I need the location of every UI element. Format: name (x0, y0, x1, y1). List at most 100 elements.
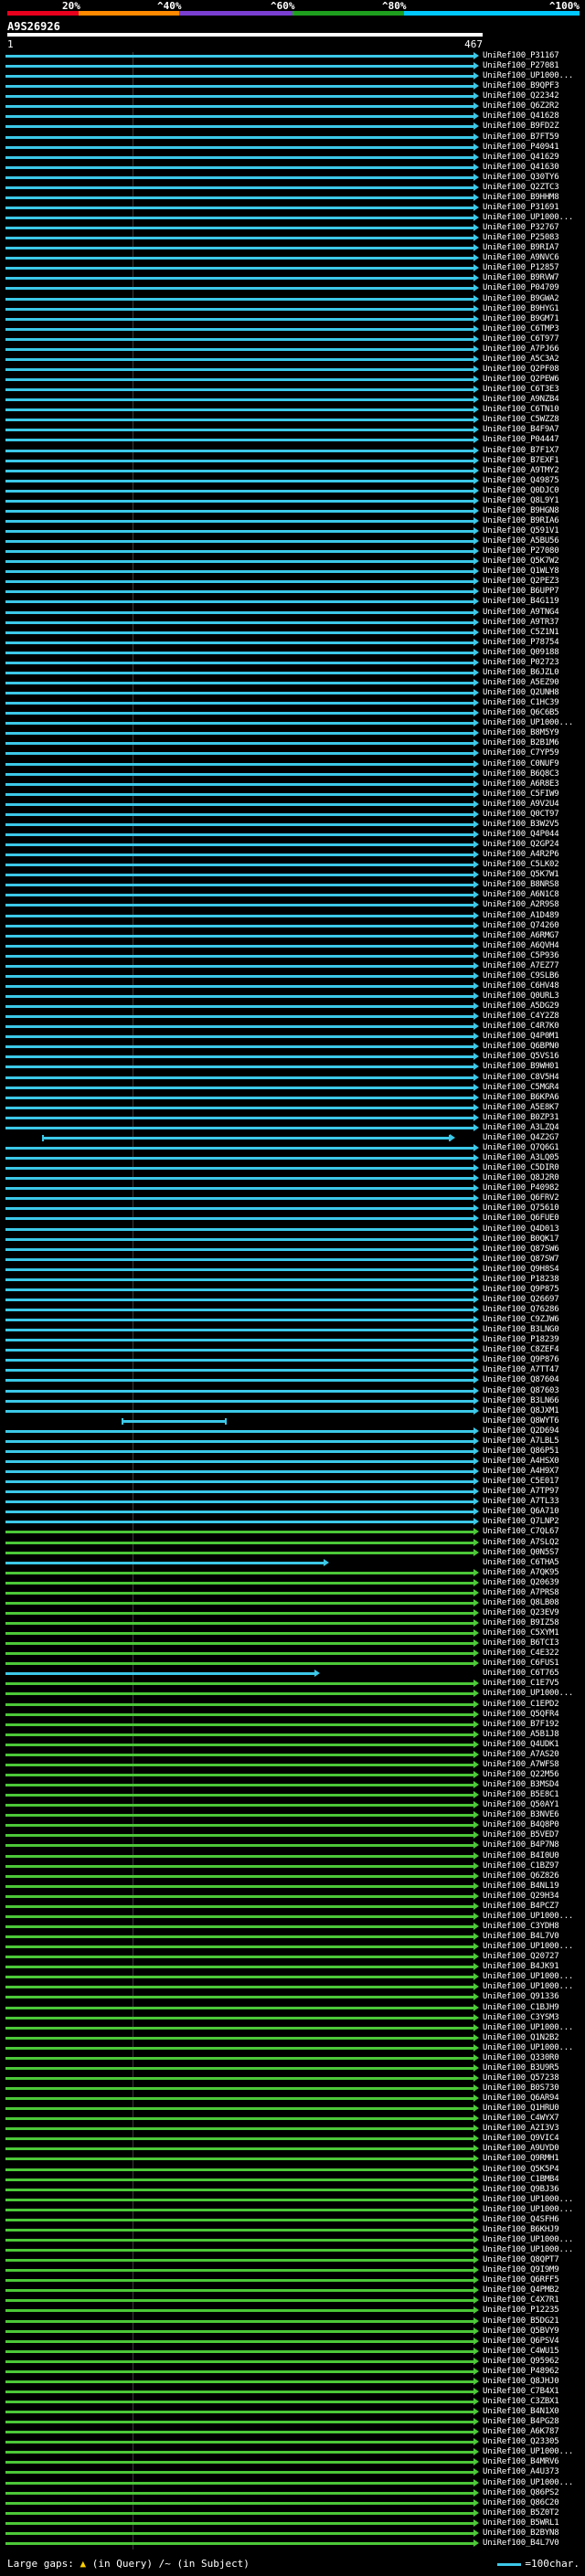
hit-bar[interactable] (5, 610, 473, 614)
hit-bar[interactable] (5, 874, 473, 877)
hit-row[interactable]: UniRef100_B4PCZ7 (0, 1902, 585, 1911)
hit-bar[interactable] (5, 247, 473, 250)
hit-bar[interactable] (5, 2390, 473, 2393)
hit-bar[interactable] (5, 974, 473, 978)
hit-bar[interactable] (5, 1642, 473, 1646)
hit-row[interactable]: UniRef100_Q0DJC0 (0, 486, 585, 495)
hit-row[interactable]: UniRef100_Q1N2B2 (0, 2033, 585, 2042)
hit-bar[interactable] (5, 327, 473, 331)
hit-row[interactable]: UniRef100_B4PG28 (0, 2417, 585, 2426)
hit-bar[interactable] (5, 2501, 473, 2505)
hit-bar[interactable] (5, 1389, 473, 1393)
hit-row[interactable]: UniRef100_C1BMB4 (0, 2175, 585, 2184)
hit-bar[interactable] (5, 408, 473, 412)
hit-bar[interactable] (5, 1298, 473, 1301)
hit-row[interactable]: UniRef100_A7QK95 (0, 1568, 585, 1577)
hit-row[interactable]: UniRef100_UP1000... (0, 718, 585, 727)
hit-bar[interactable] (5, 2238, 473, 2242)
hit-bar[interactable] (5, 489, 473, 493)
hit-bar[interactable] (5, 934, 473, 938)
hit-bar[interactable] (5, 1106, 473, 1109)
hit-bar[interactable] (5, 570, 473, 574)
hit-bar[interactable] (5, 1439, 473, 1443)
hit-row[interactable]: UniRef100_Q5VS16 (0, 1052, 585, 1061)
hit-bar[interactable] (5, 1045, 473, 1049)
hit-row[interactable]: UniRef100_B3LNG0 (0, 1325, 585, 1334)
hit-bar[interactable] (5, 1065, 473, 1069)
hit-row[interactable]: UniRef100_B3U9R5 (0, 2063, 585, 2072)
hit-bar[interactable] (5, 2461, 473, 2465)
hit-bar[interactable] (5, 722, 473, 726)
hit-bar[interactable] (5, 1429, 473, 1433)
hit-bar[interactable] (5, 277, 473, 281)
hit-bar[interactable] (5, 843, 473, 847)
hit-bar[interactable] (5, 2521, 473, 2525)
hit-bar[interactable] (5, 1015, 473, 1019)
hit-row[interactable]: UniRef100_Q7Q6G1 (0, 1143, 585, 1152)
hit-bar[interactable] (5, 1966, 473, 1969)
hit-bar[interactable] (5, 752, 473, 756)
hit-bar[interactable] (5, 1854, 473, 1858)
hit-row[interactable]: UniRef100_C3YSM3 (0, 2013, 585, 2022)
hit-bar[interactable] (5, 2198, 473, 2201)
hit-bar[interactable] (5, 954, 473, 958)
hit-bar[interactable] (5, 762, 473, 766)
hit-bar[interactable] (5, 1399, 473, 1403)
hit-bar[interactable] (5, 1924, 473, 1928)
hit-bar[interactable] (5, 2076, 473, 2080)
hit-bar[interactable] (5, 1116, 473, 1119)
hit-row[interactable]: UniRef100_Q4SFH6 (0, 2215, 585, 2224)
hit-bar[interactable] (5, 1379, 473, 1383)
hit-bar[interactable] (5, 1369, 473, 1373)
hit-row[interactable]: UniRef100_P27080 (0, 546, 585, 556)
hit-bar[interactable] (5, 924, 473, 928)
hit-row[interactable]: UniRef100_Q41629 (0, 153, 585, 162)
hit-bar[interactable] (5, 125, 473, 129)
hit-row[interactable]: UniRef100_C1HC39 (0, 698, 585, 707)
hit-row[interactable]: UniRef100_Q591V1 (0, 526, 585, 535)
hit-bar[interactable] (5, 1449, 473, 1453)
hit-row[interactable]: UniRef100_P04447 (0, 435, 585, 444)
hit-bar[interactable] (5, 1702, 473, 1706)
hit-bar[interactable] (5, 1055, 473, 1059)
hit-bar[interactable] (5, 1500, 473, 1504)
hit-row[interactable]: UniRef100_UP1000... (0, 1972, 585, 1981)
hit-row[interactable]: UniRef100_A7TL33 (0, 1497, 585, 1506)
hit-bar[interactable] (5, 1692, 473, 1696)
hit-bar[interactable] (5, 1187, 473, 1191)
hit-row[interactable]: UniRef100_Q86C20 (0, 2498, 585, 2507)
hit-row[interactable]: UniRef100_B4G119 (0, 597, 585, 606)
hit-row[interactable]: UniRef100_Q22M56 (0, 1770, 585, 1779)
hit-row[interactable]: UniRef100_B9HYG1 (0, 304, 585, 313)
hit-row[interactable]: UniRef100_A7AS20 (0, 1750, 585, 1759)
hit-row[interactable]: UniRef100_A9NZB4 (0, 395, 585, 404)
hit-bar[interactable] (5, 853, 473, 857)
hit-bar[interactable] (5, 1531, 473, 1534)
hit-bar[interactable] (5, 499, 473, 503)
hit-row[interactable]: UniRef100_A4U373 (0, 2467, 585, 2476)
hit-bar[interactable] (5, 1460, 473, 1463)
hit-bar[interactable] (5, 1956, 473, 1959)
hit-row[interactable]: UniRef100_B9WH01 (0, 1062, 585, 1071)
hit-bar[interactable] (5, 1480, 473, 1484)
hit-bar[interactable] (5, 2147, 473, 2151)
hit-row[interactable]: UniRef100_B7EXF1 (0, 456, 585, 465)
hit-bar[interactable] (5, 1177, 473, 1181)
hit-row[interactable]: UniRef100_B4N1X0 (0, 2407, 585, 2416)
hit-bar[interactable] (5, 2359, 473, 2363)
hit-bar[interactable] (5, 227, 473, 230)
hit-bar[interactable] (5, 307, 473, 311)
hit-row[interactable]: UniRef100_A9TR37 (0, 618, 585, 627)
hit-bar[interactable] (5, 600, 473, 604)
hit-bar[interactable] (5, 1470, 473, 1474)
hit-bar[interactable] (5, 1986, 473, 1989)
hit-row[interactable]: UniRef100_B4NL19 (0, 1882, 585, 1891)
hit-row[interactable]: UniRef100_Q8J2R0 (0, 1173, 585, 1182)
hit-bar[interactable] (5, 337, 473, 341)
hit-bar[interactable] (5, 1844, 473, 1848)
hit-bar[interactable] (5, 449, 473, 452)
hit-bar[interactable] (5, 651, 473, 654)
hit-bar[interactable] (5, 2127, 473, 2131)
hit-bar[interactable] (5, 135, 473, 139)
hit-row[interactable]: UniRef100_C5FIW9 (0, 790, 585, 799)
